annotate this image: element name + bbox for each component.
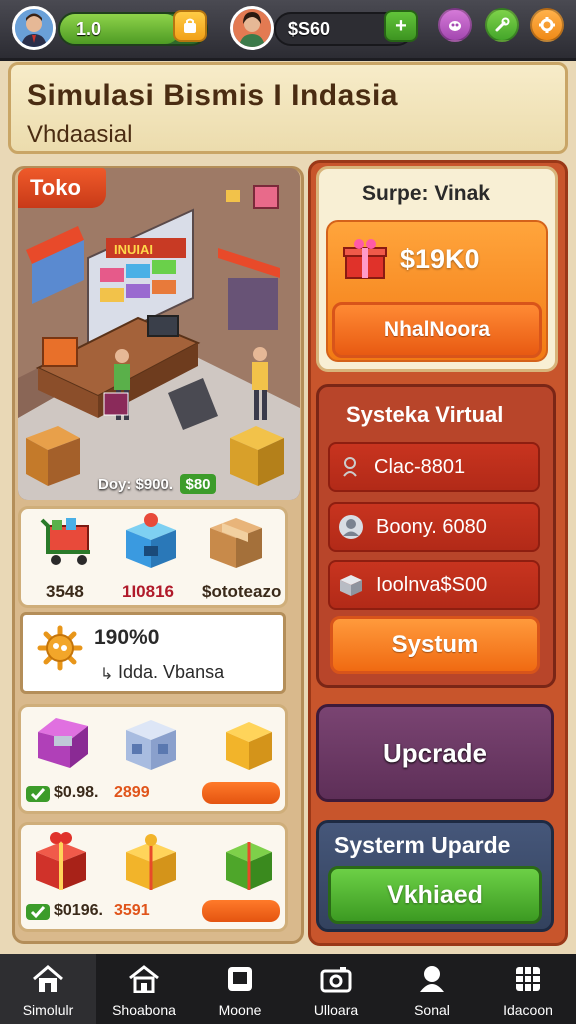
- row3-price-red: 3591: [114, 902, 150, 919]
- nav-phone[interactable]: Moone: [192, 954, 288, 1024]
- nav-more[interactable]: Idacoon: [480, 954, 576, 1024]
- check-icon-2: [26, 902, 50, 927]
- blue-box-icon[interactable]: [124, 510, 178, 575]
- upgrade-button[interactable]: Upcrade: [316, 704, 554, 802]
- cart-icon[interactable]: [40, 512, 96, 575]
- purple-chest-icon[interactable]: [36, 712, 90, 775]
- virus-icon: [36, 624, 84, 677]
- systeka-row-2-text: Boony. 6080: [376, 515, 487, 538]
- page-title: Simulasi Bismis I Indasia: [27, 79, 398, 112]
- nav-shop-label: Shoabona: [112, 1002, 176, 1018]
- store-sign: INUIAI: [114, 242, 153, 257]
- wrench-icon[interactable]: [485, 8, 519, 42]
- systeka-row-3[interactable]: Ioolnva$S00: [328, 560, 540, 610]
- red-gift-icon[interactable]: [34, 830, 88, 897]
- day-label: Doy: $900.: [98, 476, 174, 493]
- home-icon: [31, 964, 65, 994]
- grid-icon: [511, 964, 545, 994]
- nav-social[interactable]: Sonal: [384, 954, 480, 1024]
- row3-action-button[interactable]: [202, 900, 280, 922]
- gift-icon: [342, 236, 388, 287]
- bag-icon[interactable]: [173, 10, 207, 42]
- info-subtitle: Idda. Vbansa: [118, 662, 225, 682]
- cardboard-box-icon[interactable]: [208, 512, 264, 575]
- person-icon: [338, 514, 364, 540]
- green-gift-icon[interactable]: [224, 838, 274, 897]
- page-subtitle: Vhdaasial: [27, 121, 133, 148]
- systeka-title: Systeka Virtual: [346, 402, 504, 427]
- systeka-row-3-text: Ioolnva$S00: [376, 573, 488, 596]
- money-value: $S60: [288, 19, 331, 39]
- nav-phone-label: Moone: [218, 1002, 262, 1018]
- nav-shop[interactable]: Shoabona: [96, 954, 192, 1024]
- blue-crate-icon[interactable]: [124, 714, 178, 777]
- row3-price: $0196.: [54, 902, 103, 919]
- store-scene[interactable]: INUIAI: [18, 168, 300, 500]
- nav-camera[interactable]: Ulloara: [288, 954, 384, 1024]
- bug-icon[interactable]: [438, 8, 472, 42]
- nav-more-label: Idacoon: [503, 1002, 553, 1018]
- upgrade-label: Upcrade: [382, 737, 488, 768]
- nav-social-label: Sonal: [414, 1002, 450, 1018]
- shop-title: Surpe: Vinak: [362, 182, 490, 205]
- social-icon: [415, 964, 449, 994]
- system-upgrade-title: Systerm Uparde: [334, 832, 511, 858]
- info-value: 190%0: [94, 626, 160, 649]
- level-value: 1.0: [76, 19, 102, 39]
- row2-price-red: 2899: [114, 784, 150, 801]
- gold-box-icon[interactable]: [224, 718, 274, 777]
- systeka-row-2[interactable]: Boony. 6080: [328, 502, 540, 552]
- systeka-row-1-text: Clac-8801: [374, 455, 466, 478]
- system-upgrade-button[interactable]: Vkhiaed: [328, 866, 542, 924]
- player-avatar[interactable]: [12, 6, 56, 50]
- plus-icon[interactable]: +: [384, 10, 418, 42]
- rival-avatar[interactable]: [230, 6, 274, 50]
- user-icon: [340, 456, 362, 478]
- inventory-value-2: 1I0816: [122, 582, 174, 601]
- house-icon: [127, 964, 161, 994]
- nav-camera-label: Ulloara: [313, 1002, 359, 1018]
- phone-icon: [223, 964, 257, 994]
- info-arrow-icon: ↳: [100, 666, 114, 683]
- shop-price: $19K0: [400, 244, 480, 274]
- row2-price: $0.98.: [54, 784, 99, 801]
- shop-buy-button[interactable]: NhalNoora: [332, 302, 542, 358]
- title-panel: Simulasi Bismis I Indasia Vhdaasial: [8, 62, 568, 154]
- store-tag: Toko: [18, 168, 106, 208]
- day-badge: $80: [180, 474, 216, 494]
- row2-action-button[interactable]: [202, 782, 280, 804]
- systeka-row-1[interactable]: Clac-8801: [328, 442, 540, 492]
- systeka-button[interactable]: Systum: [330, 616, 540, 674]
- inventory-value-1: 3548: [46, 582, 84, 601]
- gear-icon[interactable]: [530, 8, 564, 42]
- inventory-value-3: $ototeazo: [202, 582, 282, 601]
- nav-home[interactable]: Simolulr: [0, 954, 96, 1024]
- camera-icon: [319, 964, 353, 994]
- check-icon: [26, 784, 50, 809]
- box-icon: [338, 572, 364, 598]
- nav-home-label: Simolulr: [22, 1002, 74, 1018]
- gold-gift-icon[interactable]: [124, 832, 178, 897]
